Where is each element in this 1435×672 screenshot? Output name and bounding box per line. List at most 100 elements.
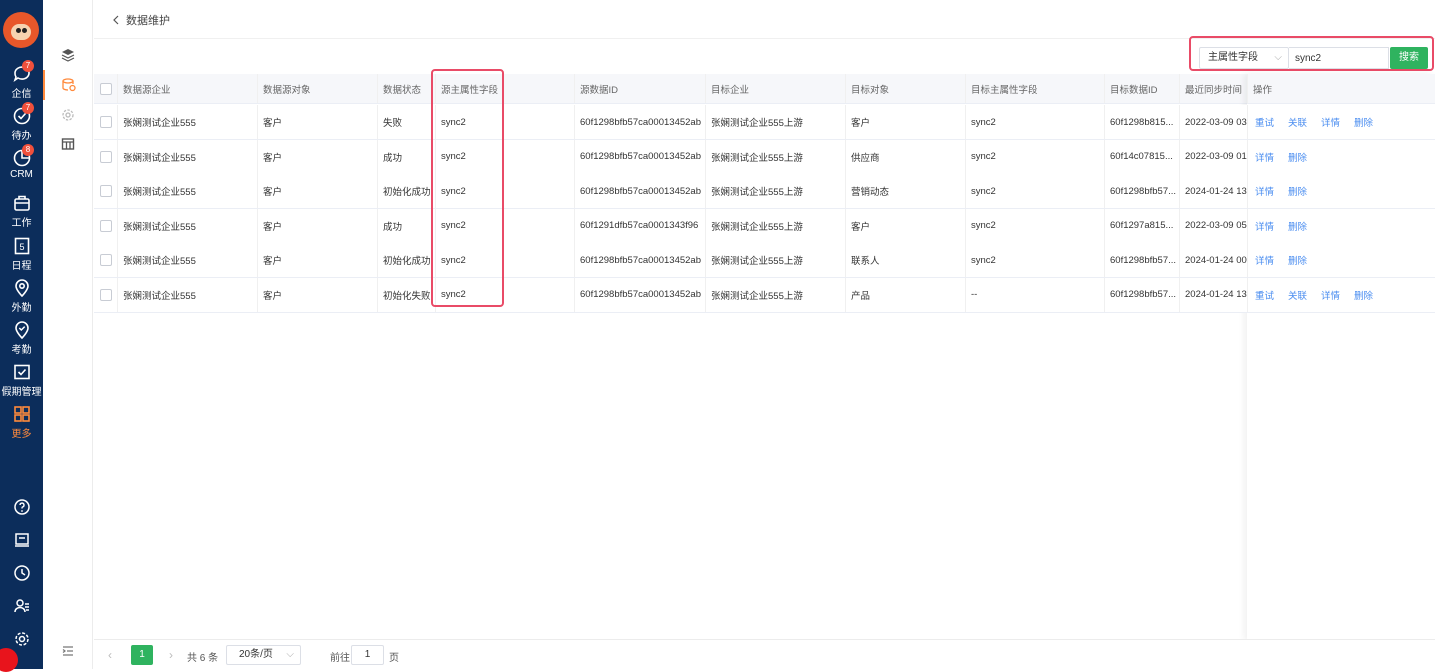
rail-item-data-maintenance[interactable] [43, 70, 93, 100]
row-action-link[interactable]: 重试 [1255, 115, 1274, 129]
row-action-link[interactable]: 详情 [1255, 150, 1274, 164]
table-cell-dst-id: 60f1298bfb57... [1104, 174, 1179, 208]
table-cell-dst-ent: 张娴测试企业555上游 [705, 105, 845, 139]
table-cell-dst-id: 60f1297a815... [1104, 208, 1179, 243]
table-row: 张娴测试企业555 客户 初始化成功 sync2 60f1298bfb57ca00013… [94, 243, 1435, 278]
table-icon [61, 138, 75, 150]
row-select-cell [94, 278, 117, 312]
app-logo[interactable] [3, 12, 39, 48]
help-icon [13, 499, 30, 515]
row-action-link[interactable]: 删除 [1354, 288, 1373, 302]
nav-item-qixin[interactable]: 7 企信 [0, 60, 43, 104]
row-action-link[interactable]: 删除 [1288, 253, 1307, 267]
row-checkbox[interactable] [100, 150, 112, 163]
row-action-link[interactable]: 详情 [1255, 253, 1274, 267]
current-page[interactable]: 1 [131, 645, 153, 665]
column-header[interactable]: 数据源企业 [117, 74, 257, 103]
table-cell-src-ent: 张娴测试企业555 [117, 174, 257, 208]
page-size-select[interactable]: 20条/页 ⌵ [226, 645, 301, 665]
cog-icon [62, 109, 74, 121]
row-actions: 重试 关联 详情 删除 [1247, 277, 1435, 312]
table-cell-dst-field: sync2 [965, 139, 1104, 174]
nav-item-leave[interactable]: 假期管理 [0, 362, 43, 402]
column-header[interactable]: 目标数据ID [1104, 74, 1179, 103]
table-cell-src-id: 60f1298bfb57ca00013452ab [574, 243, 705, 277]
row-action-link[interactable]: 删除 [1354, 115, 1373, 129]
rail-collapse[interactable] [43, 636, 93, 666]
row-action-link[interactable]: 关联 [1288, 115, 1307, 129]
row-actions: 详情 删除 [1247, 174, 1435, 208]
row-checkbox[interactable] [100, 185, 112, 197]
rail-item-settings[interactable] [43, 100, 93, 130]
table-cell-dst-id: 60f14c07815... [1104, 139, 1179, 174]
breadcrumb[interactable]: 数据维护 [112, 12, 170, 28]
search-button[interactable]: 搜索 [1390, 47, 1428, 69]
row-action-link[interactable]: 重试 [1255, 288, 1274, 302]
search-field-value: 主属性字段 [1208, 52, 1258, 63]
nav-label: CRM [10, 169, 33, 180]
calendar-day: 5 [19, 242, 24, 252]
logo-eye [16, 28, 21, 33]
chevron-left-icon[interactable] [112, 15, 120, 25]
row-action-link[interactable]: 删除 [1288, 150, 1307, 164]
database-sync-icon [62, 78, 76, 92]
table-row: 张娴测试企业555 客户 成功 sync2 60f1291dfb57ca0001343f… [94, 208, 1435, 244]
row-select-cell [94, 243, 117, 277]
nav-item-work[interactable]: 工作 [0, 193, 43, 233]
table-cell-src-id: 60f1298bfb57ca00013452ab [574, 139, 705, 174]
table-cell-src-id: 60f1298bfb57ca00013452ab [574, 174, 705, 208]
table-cell-dst-field: sync2 [965, 243, 1104, 277]
table-cell-src-obj: 客户 [257, 139, 377, 174]
column-header[interactable]: 目标主属性字段 [965, 74, 1104, 103]
row-action-link[interactable]: 详情 [1255, 219, 1274, 233]
table-cell-src-obj: 客户 [257, 277, 377, 312]
badge: 7 [22, 60, 34, 72]
location-pin-icon [14, 279, 29, 298]
row-checkbox[interactable] [100, 116, 112, 128]
column-header[interactable]: 目标对象 [845, 74, 965, 103]
row-action-link[interactable]: 详情 [1321, 288, 1340, 302]
search-field-select[interactable]: 主属性字段 ⌵ [1199, 47, 1289, 69]
row-action-link[interactable]: 详情 [1321, 115, 1340, 129]
nav-item-field[interactable]: 外勤 [0, 278, 43, 318]
search-input[interactable] [1289, 47, 1389, 69]
nav-item-schedule[interactable]: 5 日程 [0, 236, 43, 276]
column-header[interactable]: 目标企业 [705, 74, 845, 103]
history-button[interactable] [0, 564, 43, 588]
notes-button[interactable] [0, 531, 43, 555]
nav-label: 企信 [11, 89, 32, 100]
row-actions: 详情 删除 [1247, 243, 1435, 277]
table-cell-sync-time: 2024-01-24 00:5 [1179, 243, 1247, 277]
help-button[interactable] [0, 498, 43, 522]
row-checkbox[interactable] [100, 219, 112, 232]
table-cell-dst-id: 60f1298bfb57... [1104, 277, 1179, 312]
contacts-button[interactable] [0, 597, 43, 621]
row-action-link[interactable]: 删除 [1288, 184, 1307, 198]
record-indicator [0, 648, 18, 672]
nav-item-more[interactable]: 更多 [0, 404, 43, 444]
row-action-link[interactable]: 关联 [1288, 288, 1307, 302]
row-action-link[interactable]: 详情 [1255, 184, 1274, 198]
column-header[interactable]: 源数据ID [574, 74, 705, 103]
table-cell-dst-field: sync2 [965, 174, 1104, 208]
table-cell-src-ent: 张娴测试企业555 [117, 105, 257, 139]
table-cell-src-ent: 张娴测试企业555 [117, 208, 257, 243]
row-action-link[interactable]: 删除 [1288, 219, 1307, 233]
page-title: 数据维护 [126, 15, 170, 27]
rail-item-table[interactable] [43, 129, 93, 159]
row-checkbox[interactable] [100, 254, 112, 266]
row-checkbox[interactable] [100, 288, 112, 301]
left-nav: 7 企信 7 待办 8 CRM 工作 5 日程 外勤 考勤 假期管理 更多 [0, 0, 43, 672]
prev-page-icon[interactable]: ‹ [108, 648, 112, 662]
nav-label: 考勤 [11, 345, 32, 356]
goto-page-input[interactable]: 1 [351, 645, 384, 665]
nav-item-crm[interactable]: 8 CRM [0, 144, 43, 188]
column-header[interactable]: 数据源对象 [257, 74, 377, 103]
nav-item-todo[interactable]: 7 待办 [0, 102, 43, 146]
column-header[interactable]: 数据状态 [377, 74, 435, 103]
nav-item-attendance[interactable]: 考勤 [0, 320, 43, 360]
next-page-icon[interactable]: › [169, 648, 173, 662]
rail-item-layers[interactable] [43, 40, 93, 70]
column-header[interactable]: 最近同步时间 [1179, 74, 1247, 103]
select-all-checkbox[interactable] [100, 82, 112, 95]
